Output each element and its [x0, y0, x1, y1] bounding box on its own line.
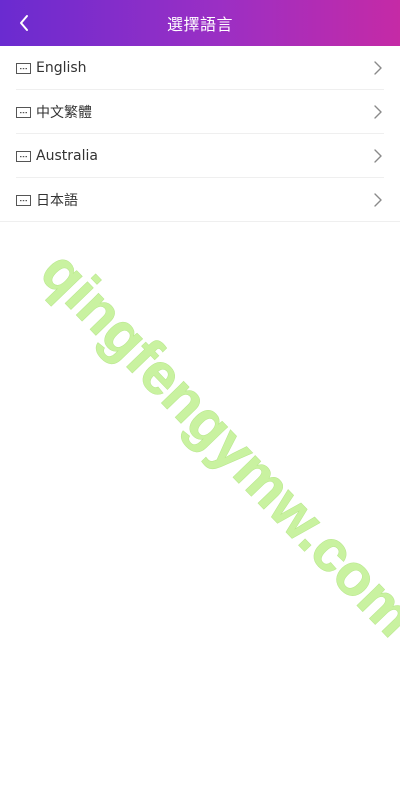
- language-item-english[interactable]: English: [0, 46, 400, 90]
- language-label: English: [36, 60, 87, 76]
- language-item-australia[interactable]: Australia: [0, 134, 400, 178]
- language-select-page: 選擇語言 English 中文繁體 Australia 日本語 qingfeng…: [0, 0, 400, 800]
- language-list: English 中文繁體 Australia 日本語: [0, 46, 400, 222]
- back-button[interactable]: [8, 7, 40, 39]
- message-icon: [16, 194, 31, 206]
- chevron-right-icon: [374, 193, 382, 207]
- message-icon: [16, 106, 31, 118]
- chevron-right-icon: [374, 149, 382, 163]
- page-title: 選擇語言: [166, 15, 233, 34]
- watermark-text: qingfengymw.com: [29, 239, 400, 649]
- language-label: Australia: [36, 148, 98, 164]
- message-icon: [16, 150, 31, 162]
- top-nav-bar: 選擇語言: [0, 0, 400, 46]
- language-item-traditional-chinese[interactable]: 中文繁體: [0, 90, 400, 134]
- chevron-left-icon: [20, 15, 28, 31]
- language-label: 日本語: [36, 193, 78, 209]
- language-item-japanese[interactable]: 日本語: [0, 178, 400, 222]
- language-label: 中文繁體: [36, 105, 92, 121]
- chevron-right-icon: [374, 105, 382, 119]
- message-icon: [16, 62, 31, 74]
- chevron-right-icon: [374, 61, 382, 75]
